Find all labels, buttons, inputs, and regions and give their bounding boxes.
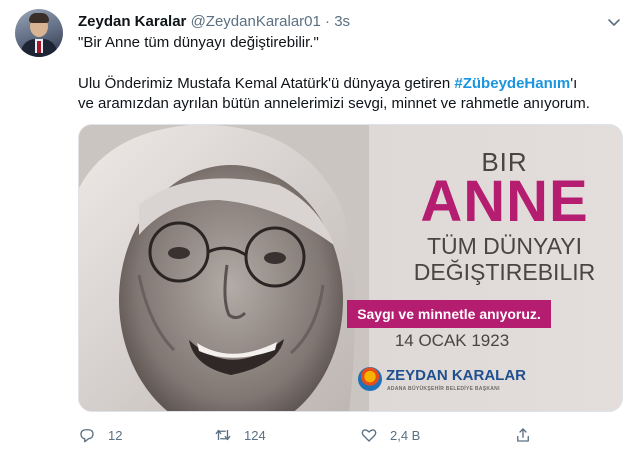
author-name[interactable]: Zeydan Karalar xyxy=(78,13,186,30)
media-line-1: TÜM DÜNYAYI xyxy=(426,233,583,259)
media-line-2: DEĞIŞTIREBILIR xyxy=(413,259,596,285)
like-button[interactable]: 2,4 B xyxy=(360,424,420,446)
retweet-icon xyxy=(215,429,231,441)
portrait-photo xyxy=(79,125,369,411)
separator-dot: · xyxy=(325,13,331,30)
municipality-logo xyxy=(358,367,382,391)
media-date: 14 OCAK 1923 xyxy=(394,331,510,350)
tweet-text-segment: 'ı xyxy=(570,75,578,92)
share-button[interactable] xyxy=(514,424,532,446)
author-handle[interactable]: @ZeydanKaralar01 xyxy=(191,13,321,30)
retweet-count: 124 xyxy=(244,427,266,443)
tweet-actions: 12 124 2,4 B xyxy=(78,424,538,446)
media-org-subtitle: ADANA BÜYÜKŞEHİR BELEDİYE BAŞKANI xyxy=(387,386,500,392)
retweet-button[interactable]: 124 xyxy=(214,424,266,446)
tweet-card[interactable]: Zeydan Karalar @ZeydanKaralar01 · 3s "Bi… xyxy=(0,0,640,459)
reply-count: 12 xyxy=(108,427,123,443)
tweet-text-line-3: ve aramızdan ayrılan bütün annelerimizi … xyxy=(78,95,590,112)
media-org-name: ZEYDAN KARALAR xyxy=(386,367,526,384)
chevron-down-icon[interactable] xyxy=(604,12,624,32)
hashtag-link[interactable]: #ZübeydeHanım xyxy=(454,75,570,92)
media-badge: Saygı ve minnetle anıyoruz. xyxy=(347,300,551,328)
tweet-text-segment: Ulu Önderimiz Mustafa Kemal Atatürk'ü dü… xyxy=(78,75,455,92)
avatar[interactable] xyxy=(15,9,63,57)
reply-icon xyxy=(80,429,94,443)
reply-button[interactable]: 12 xyxy=(78,424,122,446)
tweet-time[interactable]: 3s xyxy=(334,13,350,30)
tweet-media-image[interactable]: BIR ANNE TÜM DÜNYAYI DEĞIŞTIREBILIR Sayg… xyxy=(78,124,623,412)
tweet-text-line-1: "Bir Anne tüm dünyayı değiştirebilir." xyxy=(78,34,319,51)
tweet-text-line-2: Ulu Önderimiz Mustafa Kemal Atatürk'ü dü… xyxy=(78,74,577,94)
heart-icon xyxy=(361,429,377,442)
tweet-header: Zeydan Karalar @ZeydanKaralar01 · 3s xyxy=(78,13,350,31)
share-icon xyxy=(517,428,529,442)
media-heading-big: ANNE xyxy=(420,169,589,234)
like-count: 2,4 B xyxy=(390,427,421,443)
